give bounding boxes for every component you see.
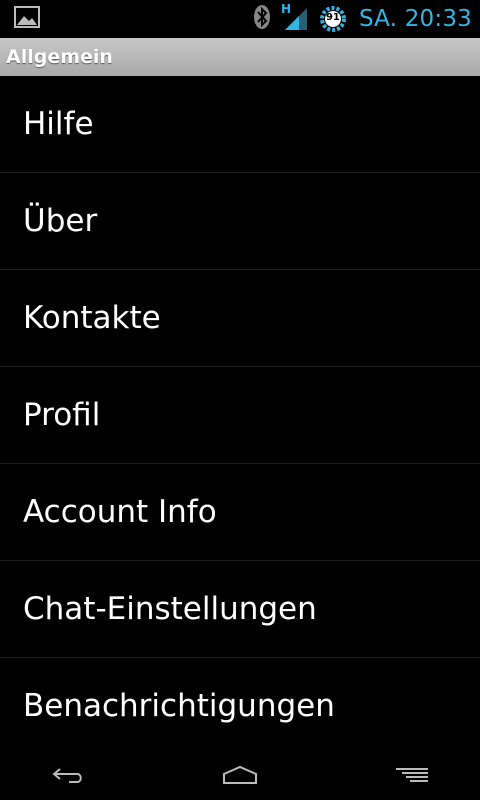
category-title: Allgemein xyxy=(6,46,113,68)
list-item-account-info[interactable]: Account Info xyxy=(0,464,480,561)
back-button[interactable] xyxy=(20,754,116,800)
list-item-label: Chat-Einstellungen xyxy=(23,591,317,627)
list-item-label: Hilfe xyxy=(23,106,94,142)
battery-level: 91 xyxy=(325,12,340,23)
menu-icon xyxy=(394,767,430,787)
settings-list: Hilfe Über Kontakte Profil Account Info … xyxy=(0,76,480,755)
status-bar: H 91 SA. 20:33 xyxy=(0,0,480,38)
list-item-label: Account Info xyxy=(23,494,217,530)
battery-icon: 91 xyxy=(319,5,347,33)
list-item-label: Kontakte xyxy=(23,300,161,336)
picture-icon xyxy=(14,6,42,30)
bluetooth-icon xyxy=(253,4,271,34)
list-item-label: Profil xyxy=(23,397,101,433)
navigation-bar xyxy=(0,754,480,800)
list-item-chat-einstellungen[interactable]: Chat-Einstellungen xyxy=(0,561,480,658)
home-icon xyxy=(222,765,258,789)
menu-button[interactable] xyxy=(364,754,460,800)
back-icon xyxy=(51,765,85,789)
list-item-ueber[interactable]: Über xyxy=(0,173,480,270)
list-item-benachrichtigungen[interactable]: Benachrichtigungen xyxy=(0,658,480,755)
signal-icon: H xyxy=(281,2,309,32)
clock: SA. 20:33 xyxy=(358,6,472,32)
preference-category-header: Allgemein xyxy=(0,38,480,76)
list-item-label: Über xyxy=(23,203,98,239)
list-item-label: Benachrichtigungen xyxy=(23,688,335,724)
list-item-hilfe[interactable]: Hilfe xyxy=(0,76,480,173)
home-button[interactable] xyxy=(192,754,288,800)
list-item-profil[interactable]: Profil xyxy=(0,367,480,464)
list-item-kontakte[interactable]: Kontakte xyxy=(0,270,480,367)
